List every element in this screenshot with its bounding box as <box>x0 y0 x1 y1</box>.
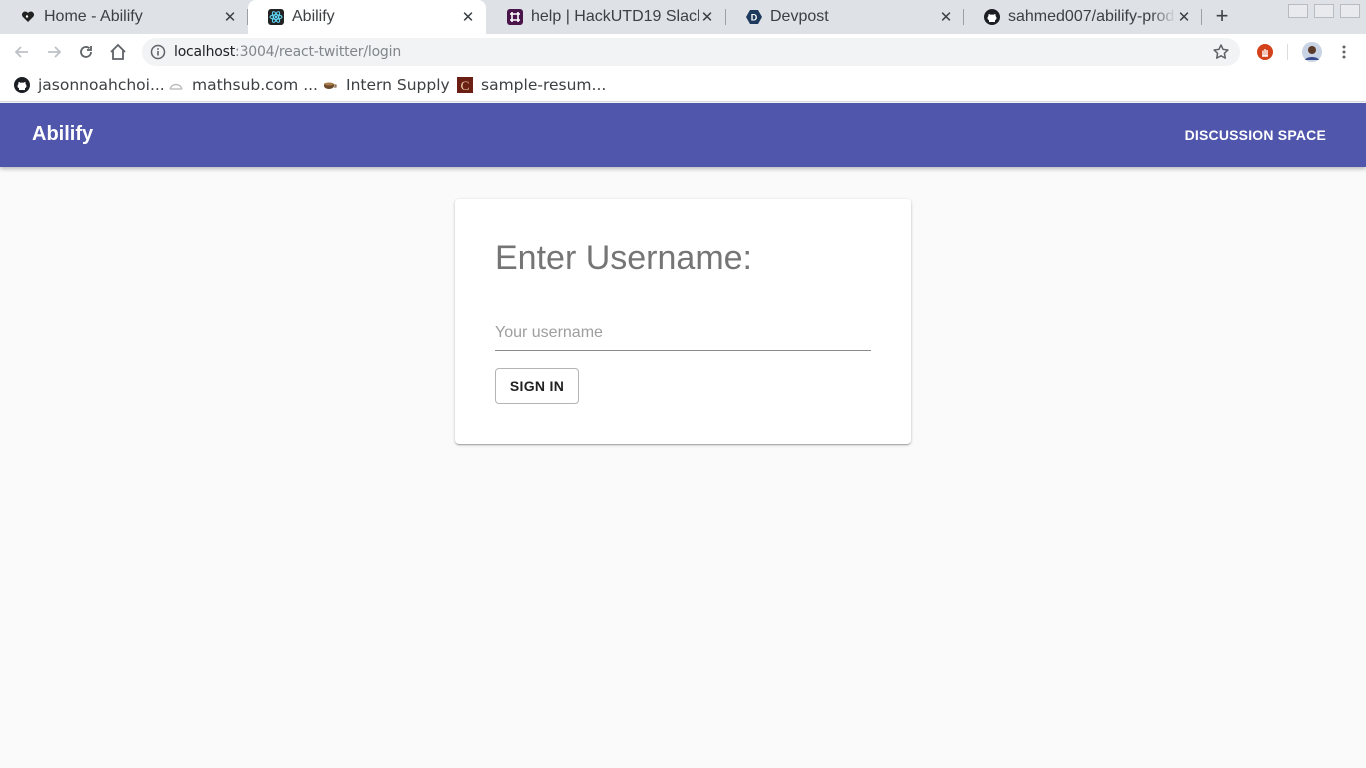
page-icon <box>168 77 184 93</box>
tab-slack[interactable]: help | HackUTD19 Slack ✕ <box>487 0 725 34</box>
address-bar[interactable]: localhost:3004/react-twitter/login <box>142 38 1240 66</box>
url-text: localhost:3004/react-twitter/login <box>174 44 401 60</box>
tab-title: sahmed007/abilify-prod <box>1008 8 1175 25</box>
menu-button[interactable] <box>1334 42 1354 62</box>
minimize-button[interactable] <box>1288 4 1308 18</box>
login-heading: Enter Username: <box>495 239 752 277</box>
bookmark-item[interactable]: C sample-resum... <box>457 76 606 94</box>
discussion-space-link[interactable]: DISCUSSION SPACE <box>1185 127 1326 143</box>
close-icon[interactable]: ✕ <box>460 9 476 26</box>
extension-hand-icon <box>1257 44 1273 60</box>
tab-title: help | HackUTD19 Slack <box>531 8 699 25</box>
tab-github-repo[interactable]: sahmed007/abilify-prod ✕ <box>964 0 1202 34</box>
github-icon <box>14 77 30 93</box>
tab-home-abilify[interactable]: Home - Abilify ✕ <box>0 0 248 34</box>
bookmark-item[interactable]: mathsub.com ... <box>168 76 318 94</box>
browser-toolbar: localhost:3004/react-twitter/login <box>0 34 1366 70</box>
devpost-icon: D <box>746 9 762 25</box>
tab-abilify[interactable]: Abilify ✕ <box>248 0 486 34</box>
app-brand[interactable]: Abilify <box>32 123 93 146</box>
info-icon[interactable] <box>150 44 166 60</box>
home-icon <box>110 43 126 60</box>
tab-strip: Home - Abilify ✕ Abilify ✕ help | HackUT… <box>0 0 1366 34</box>
app-header: Abilify DISCUSSION SPACE <box>0 103 1366 167</box>
back-button[interactable] <box>12 42 32 62</box>
home-button[interactable] <box>108 42 128 62</box>
react-icon <box>268 9 284 25</box>
github-icon <box>984 9 1000 25</box>
close-icon[interactable]: ✕ <box>1176 9 1192 26</box>
sign-in-button[interactable]: SIGN IN <box>495 368 579 404</box>
back-arrow-icon <box>14 46 28 58</box>
close-icon[interactable]: ✕ <box>222 9 238 26</box>
tab-title: Devpost <box>770 8 829 25</box>
tab-title: Abilify <box>292 8 335 25</box>
kebab-menu-icon <box>1342 45 1346 59</box>
toolbar-divider <box>1287 44 1288 60</box>
bookmarks-bar: jasonnoahchoi... mathsub.com ... Intern … <box>0 70 1366 102</box>
tab-divider <box>1201 9 1202 25</box>
url-host: localhost <box>174 44 236 60</box>
slack-icon <box>507 9 523 25</box>
restore-button[interactable] <box>1314 4 1334 18</box>
new-tab-button[interactable]: + <box>1212 5 1232 27</box>
bookmark-star-icon[interactable] <box>1212 43 1230 61</box>
heart-paw-icon <box>20 9 36 25</box>
login-card: Enter Username: SIGN IN <box>455 199 911 444</box>
coffee-icon <box>322 77 338 93</box>
extension-button[interactable] <box>1255 42 1275 62</box>
tab-devpost[interactable]: D Devpost ✕ <box>726 0 964 34</box>
bookmark-label: mathsub.com ... <box>192 76 318 94</box>
forward-arrow-icon <box>48 46 62 58</box>
avatar-icon <box>1302 42 1322 62</box>
forward-button[interactable] <box>44 42 64 62</box>
bookmark-label: sample-resum... <box>481 76 607 94</box>
bookmark-label: jasonnoahchoi... <box>38 76 165 94</box>
bookmark-item[interactable]: jasonnoahchoi... <box>14 76 165 94</box>
reload-icon <box>80 46 92 58</box>
window-close-button[interactable] <box>1340 4 1360 18</box>
svg-text:C: C <box>461 78 470 93</box>
close-icon[interactable]: ✕ <box>699 9 715 26</box>
bookmark-item[interactable]: Intern Supply <box>322 76 450 94</box>
bookmark-label: Intern Supply <box>346 76 450 94</box>
username-input[interactable] <box>495 315 871 351</box>
reload-button[interactable] <box>76 42 96 62</box>
profile-avatar-button[interactable] <box>1302 42 1322 62</box>
c-logo-icon: C <box>457 77 473 93</box>
svg-text:D: D <box>751 13 758 23</box>
close-icon[interactable]: ✕ <box>938 9 954 26</box>
tab-title: Home - Abilify <box>44 8 143 25</box>
url-path: :3004/react-twitter/login <box>235 44 401 60</box>
